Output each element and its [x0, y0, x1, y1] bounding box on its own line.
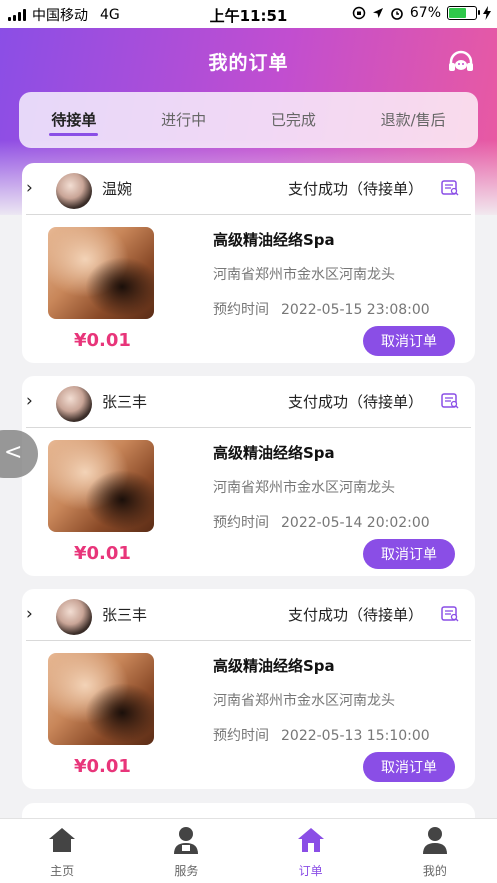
- appointment-time-value: 2022-05-15 23:08:00: [281, 302, 430, 318]
- tabbar-item-2[interactable]: 订单: [271, 819, 351, 879]
- appointment-time-label: 预约时间: [213, 728, 269, 744]
- appointment-time-label: 预约时间: [213, 515, 269, 531]
- chevron-left-icon: <: [4, 440, 23, 465]
- order-price: ¥0.01: [74, 756, 131, 777]
- customer-name[interactable]: 温婉: [102, 178, 132, 199]
- avatar[interactable]: [56, 599, 92, 635]
- order-card[interactable]: 温婉 › 支付成功（待接单） ¥0.01 高级精油经络Spa 河南省郑州市金水区…: [22, 163, 475, 363]
- appointment-time-label: 预约时间: [213, 302, 269, 318]
- battery-percent: 67%: [409, 5, 441, 21]
- home-icon: [46, 825, 78, 859]
- tabbar-item-1[interactable]: 服务: [146, 819, 226, 879]
- customer-name[interactable]: 张三丰: [102, 604, 147, 625]
- appointment-time: 预约时间 2022-05-13 15:10:00: [213, 725, 430, 745]
- order-status: 支付成功（待接单）: [287, 606, 423, 624]
- service-address: 河南省郑州市金水区河南龙头: [213, 267, 395, 283]
- tabbar-label: 主页: [50, 864, 75, 878]
- tabbar-item-3[interactable]: 我的: [395, 819, 475, 879]
- order-tabs: 待接单 进行中 已完成 退款/售后: [19, 92, 478, 148]
- headset-icon[interactable]: [447, 50, 475, 76]
- order-card[interactable]: 张三丰 › 支付成功（待接单） ¥0.01 高级精油经络Spa 河南省郑州市金水…: [22, 589, 475, 789]
- tabbar-label: 我的: [422, 864, 447, 878]
- alarm-icon: [391, 8, 403, 20]
- cancel-order-button[interactable]: 取消订单: [363, 539, 455, 569]
- rotation-lock-icon: [352, 6, 366, 20]
- tabbar-label: 订单: [298, 864, 323, 878]
- order-price: ¥0.01: [74, 543, 131, 564]
- charging-icon: [483, 6, 491, 20]
- status-bar: 中国移动 4G 上午11:51 67%: [0, 0, 497, 28]
- document-icon[interactable]: [441, 393, 459, 409]
- chevron-right-icon[interactable]: ›: [26, 391, 33, 411]
- avatar[interactable]: [56, 173, 92, 209]
- document-icon[interactable]: [441, 180, 459, 196]
- appointment-time: 预约时间 2022-05-15 23:08:00: [213, 299, 430, 319]
- service-image[interactable]: [48, 440, 154, 532]
- tab-2[interactable]: 已完成: [267, 92, 320, 148]
- order-price: ¥0.01: [74, 330, 131, 351]
- appointment-time-value: 2022-05-14 20:02:00: [281, 515, 430, 531]
- tab-3[interactable]: 退款/售后: [377, 92, 450, 148]
- order-icon: [295, 825, 327, 859]
- battery-icon: [447, 6, 480, 20]
- profile-icon: [419, 825, 451, 859]
- location-icon: [372, 8, 383, 18]
- order-card-header: 温婉 › 支付成功（待接单）: [26, 163, 471, 215]
- order-status: 支付成功（待接单）: [287, 393, 423, 411]
- tabbar-item-0[interactable]: 主页: [22, 819, 102, 879]
- document-icon[interactable]: [441, 606, 459, 622]
- appointment-time-value: 2022-05-13 15:10:00: [281, 728, 430, 744]
- cancel-order-button[interactable]: 取消订单: [363, 752, 455, 782]
- page-title: 我的订单: [208, 52, 289, 74]
- service-address: 河南省郑州市金水区河南龙头: [213, 693, 395, 709]
- order-card-header: 张三丰 › 支付成功（待接单）: [26, 589, 471, 641]
- chevron-right-icon[interactable]: ›: [26, 178, 33, 198]
- cancel-order-button[interactable]: 取消订单: [363, 326, 455, 356]
- service-image[interactable]: [48, 227, 154, 319]
- service-image[interactable]: [48, 653, 154, 745]
- service-title: 高级精油经络Spa: [213, 444, 335, 462]
- bottom-tab-bar: 主页 服务 订单 我的: [0, 818, 497, 883]
- tab-0[interactable]: 待接单: [47, 92, 100, 148]
- appointment-time: 预约时间 2022-05-14 20:02:00: [213, 512, 430, 532]
- order-status: 支付成功（待接单）: [287, 180, 423, 198]
- chevron-right-icon[interactable]: ›: [26, 604, 33, 624]
- tabbar-label: 服务: [174, 864, 199, 878]
- service-title: 高级精油经络Spa: [213, 231, 335, 249]
- service-icon: [170, 825, 202, 859]
- order-card[interactable]: 张三丰 › 支付成功（待接单） ¥0.01 高级精油经络Spa 河南省郑州市金水…: [22, 376, 475, 576]
- order-card-header: 张三丰 › 支付成功（待接单）: [26, 376, 471, 428]
- service-address: 河南省郑州市金水区河南龙头: [213, 480, 395, 496]
- avatar[interactable]: [56, 386, 92, 422]
- service-title: 高级精油经络Spa: [213, 657, 335, 675]
- status-right: 67%: [352, 5, 491, 21]
- customer-name[interactable]: 张三丰: [102, 391, 147, 412]
- tab-1[interactable]: 进行中: [157, 92, 210, 148]
